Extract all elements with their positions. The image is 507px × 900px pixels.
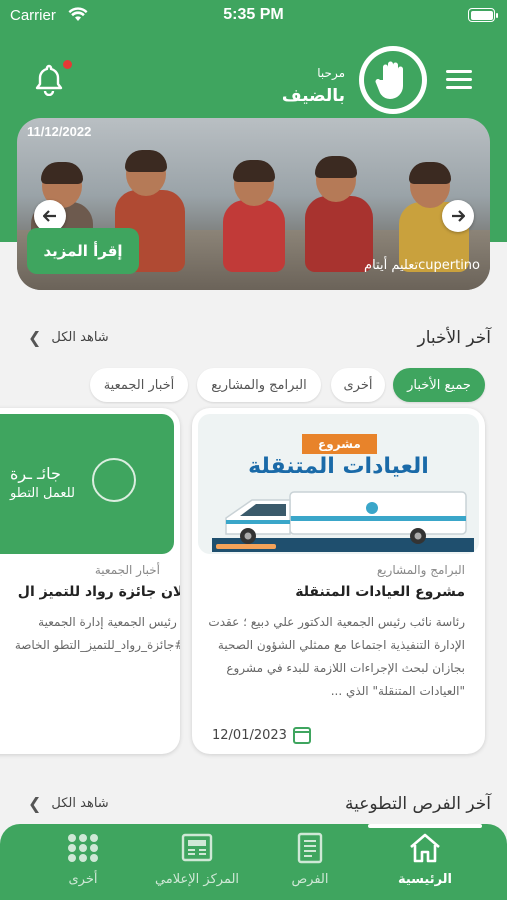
notification-dot: [63, 60, 72, 69]
card-category: أخبار الجمعية: [94, 563, 160, 577]
banner-caption: تعليم أيتامcupertino: [364, 258, 480, 273]
next-arrow-button[interactable]: [442, 200, 474, 232]
tab-all-news[interactable]: جميع الأخبار: [393, 368, 485, 402]
card-image: مشروع العيادات المتنقلة: [198, 414, 479, 554]
card-image: جائـ ـرة للعمل التطو: [0, 414, 174, 554]
home-icon: [410, 833, 440, 863]
clock: 5:35 PM: [223, 6, 284, 23]
nav-other-label: أخرى: [68, 872, 98, 887]
project-banner-title: العيادات المتنقلة: [248, 454, 429, 479]
status-bar: Carrier 5:35 PM: [0, 0, 507, 32]
nav-other[interactable]: أخرى: [33, 832, 133, 887]
card-date-value: 12/01/2023: [212, 728, 287, 743]
card-date: 12/01/2023: [212, 727, 311, 744]
tab-association-news[interactable]: أخبار الجمعية: [90, 368, 188, 402]
hand-icon: [375, 61, 403, 99]
nav-home-label: الرئيسية: [397, 872, 453, 887]
user-name: بالضيف: [281, 86, 345, 106]
card-excerpt: رئاسة نائب رئيس الجمعية الدكتور علي دبيع…: [208, 615, 465, 698]
project-label: مشروع: [302, 434, 377, 454]
news-section-title: آخر الأخبار: [417, 328, 491, 348]
card-excerpt: برئاسة نائب رئيس الجمعية إدارة الجمعية ت…: [14, 615, 180, 652]
award-text-2: للعمل التطو: [10, 486, 75, 501]
tab-programs[interactable]: البرامج والمشاريع: [197, 368, 321, 402]
chevron-left-icon: ❮: [28, 328, 42, 347]
arrow-right-icon: [452, 210, 465, 222]
bell-icon[interactable]: [32, 62, 66, 96]
nav-opportunities-label: الفرص: [291, 872, 329, 887]
battery-icon: [468, 8, 498, 22]
award-text-1: جائـ ـرة: [10, 464, 61, 483]
nav-media-center[interactable]: المركز الإعلامي: [147, 832, 247, 887]
greeting-label: مرحبا: [317, 66, 345, 80]
newspaper-icon: [181, 833, 213, 862]
nav-home[interactable]: الرئيسية: [375, 832, 475, 887]
nav-opportunities[interactable]: الفرص: [260, 832, 360, 887]
document-icon: [297, 832, 323, 864]
read-more-button[interactable]: إقرأ المزيد: [27, 228, 139, 274]
arrow-left-icon: [43, 210, 56, 222]
banner-date: 11/12/2022: [27, 124, 92, 139]
news-see-all-link[interactable]: ❮ شاهد الكل: [28, 328, 109, 347]
volunteer-see-all-link[interactable]: ❮ شاهد الكل: [28, 794, 109, 813]
see-all-label: شاهد الكل: [51, 330, 109, 345]
card-category: البرامج والمشاريع: [376, 563, 465, 577]
chevron-left-icon: ❮: [28, 794, 42, 813]
see-all-label: شاهد الكل: [51, 796, 109, 811]
volunteer-section-title: آخر الفرص التطوعية: [344, 794, 491, 814]
banner-carousel[interactable]: 11/12/2022 إقرأ المزيد تعليم أيتامcupert…: [17, 118, 490, 290]
tab-other[interactable]: أخرى: [331, 368, 385, 402]
award-logo: [92, 458, 136, 502]
calendar-icon: [292, 727, 311, 744]
card-title: مشروع العيادات المتنقلة: [295, 584, 465, 600]
nav-media-center-label: المركز الإعلامي: [154, 872, 240, 887]
menu-icon[interactable]: [446, 70, 472, 90]
bottom-navigation: الرئيسية الفرص المركز الإعلامي أخرى: [0, 824, 507, 900]
grid-dots-icon: [68, 834, 98, 862]
card-title: اعلان جائزة رواد للتميز ال: [17, 584, 180, 600]
news-card[interactable]: جائـ ـرة للعمل التطو أخبار الجمعية اعلان…: [0, 408, 180, 754]
ambulance-icon: [212, 491, 474, 552]
news-card[interactable]: مشروع العيادات المتنقلة البرامج والمشاري…: [192, 408, 485, 754]
active-tab-indicator: [368, 824, 482, 828]
app-logo: [359, 46, 427, 114]
